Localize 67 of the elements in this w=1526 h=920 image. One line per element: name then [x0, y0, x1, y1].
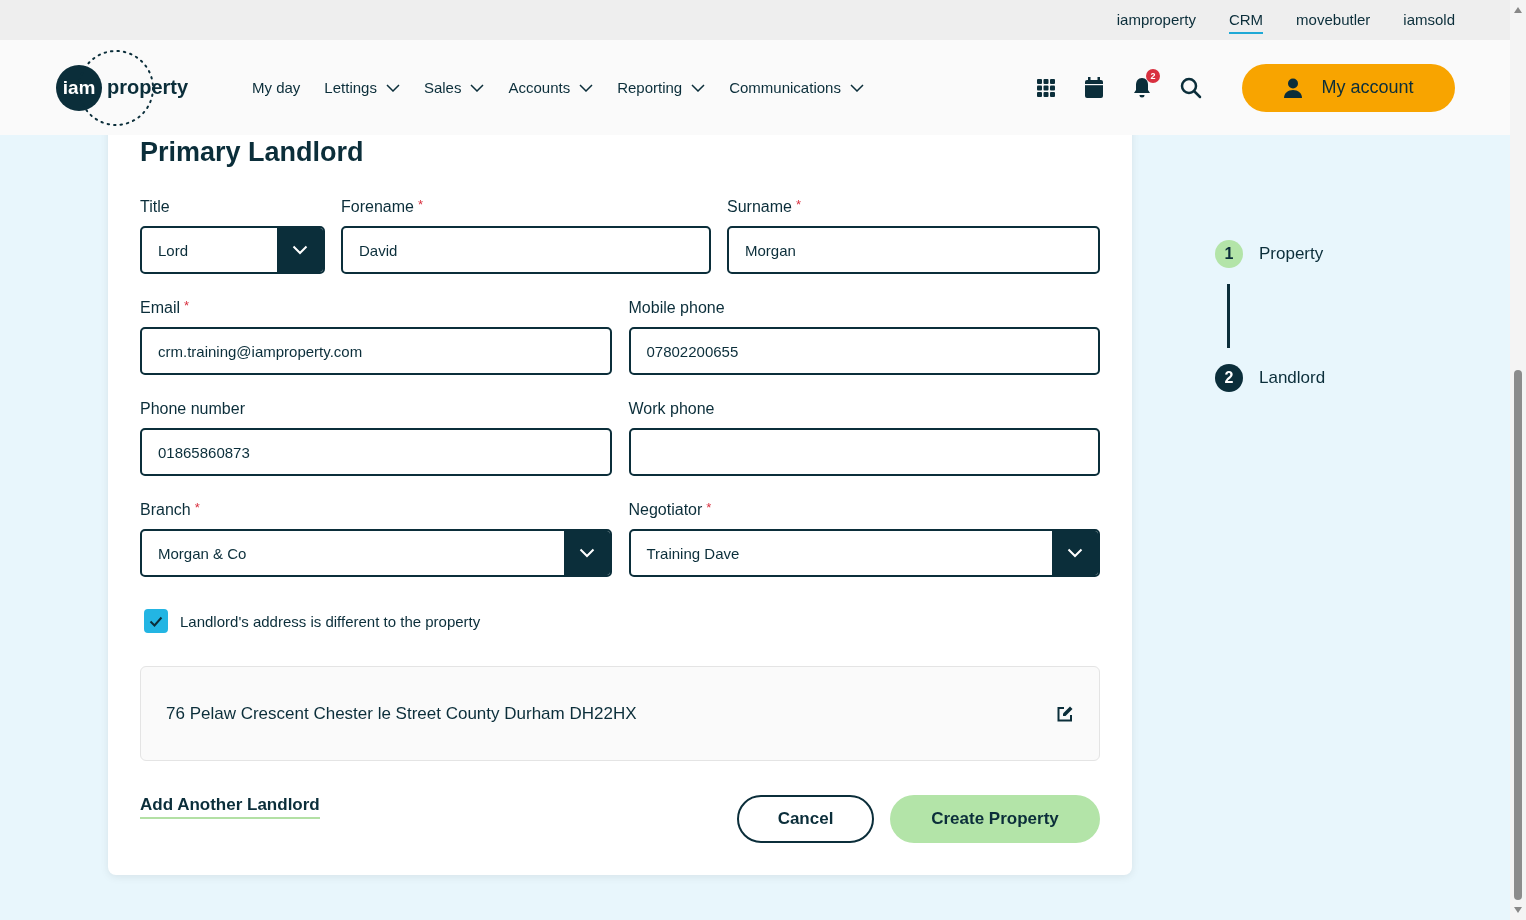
- scrollbar-thumb[interactable]: [1514, 370, 1522, 900]
- chevron-down-icon: [1067, 548, 1083, 558]
- logo-badge: iam: [56, 64, 102, 111]
- calendar-icon[interactable]: [1084, 76, 1104, 99]
- required-mark: *: [194, 500, 200, 515]
- my-account-button[interactable]: My account: [1242, 63, 1455, 112]
- add-landlord-link[interactable]: Add Another Landlord: [140, 795, 320, 819]
- chevron-down-icon: [579, 83, 594, 92]
- field-label: Negotiator: [628, 501, 703, 519]
- input-field[interactable]: David: [341, 226, 711, 274]
- create-button[interactable]: Create Property: [890, 795, 1100, 843]
- field-label: Work phone: [628, 400, 715, 418]
- select-field[interactable]: Morgan & Co: [140, 529, 612, 577]
- nav-menu-item[interactable]: Accounts: [508, 79, 594, 96]
- nav-menu-item[interactable]: Reporting: [617, 79, 706, 96]
- chevron-down-icon: [691, 83, 706, 92]
- input-field[interactable]: Morgan: [727, 226, 1100, 274]
- bell-icon[interactable]: [1132, 76, 1152, 99]
- nav-menu-item[interactable]: My day: [252, 79, 301, 96]
- input-field[interactable]: [628, 428, 1100, 476]
- field-label: Email: [140, 299, 180, 317]
- address-text: 76 Pelaw Crescent Chester le Street County Durham DH22HX: [166, 703, 637, 724]
- field-label: Surname: [727, 198, 792, 216]
- scroll-down-icon[interactable]: [1513, 906, 1523, 914]
- step-number: 1: [1215, 240, 1243, 268]
- search-icon[interactable]: [1180, 76, 1202, 99]
- scroll-up-icon[interactable]: [1513, 6, 1523, 14]
- site-link[interactable]: movebutler: [1296, 6, 1371, 34]
- required-mark: *: [184, 298, 190, 313]
- logo-text: property: [107, 76, 189, 99]
- chevron-down-icon: [470, 83, 485, 92]
- required-mark: *: [706, 500, 712, 515]
- site-link[interactable]: iamproperty: [1116, 6, 1196, 34]
- select-field[interactable]: Lord: [140, 226, 325, 274]
- site-link[interactable]: CRM: [1228, 6, 1264, 34]
- field-label: Mobile phone: [628, 299, 725, 317]
- field-label: Title: [140, 198, 170, 216]
- step-label[interactable]: Landlord: [1259, 368, 1326, 388]
- chevron-down-icon: [385, 83, 400, 92]
- chevron-down-icon: [578, 548, 595, 558]
- scrollbar[interactable]: [1510, 0, 1526, 920]
- input-field[interactable]: 01865860873: [140, 428, 612, 476]
- grid-icon[interactable]: [1036, 77, 1056, 98]
- nav-menu-item[interactable]: Sales: [423, 79, 485, 96]
- chevron-down-icon: [292, 245, 308, 255]
- chevron-down-icon: [849, 83, 864, 92]
- person-icon: [1283, 77, 1304, 98]
- checkbox-label: Landlord's address is different to the property: [180, 612, 481, 630]
- field-label: Phone number: [140, 400, 245, 418]
- input-field[interactable]: 07802200655: [628, 327, 1100, 375]
- section-heading: Primary Landlord: [140, 137, 365, 167]
- checkbox[interactable]: [144, 609, 168, 633]
- field-label: Branch: [140, 501, 191, 519]
- select-field[interactable]: Training Dave: [628, 529, 1100, 577]
- step-label[interactable]: Property: [1259, 244, 1324, 264]
- nav-menu-item[interactable]: Lettings: [324, 79, 400, 96]
- required-mark: *: [795, 197, 801, 212]
- check-icon: [149, 615, 163, 627]
- input-field[interactable]: crm.training@iamproperty.com: [140, 327, 612, 375]
- notification-count: 2: [1146, 68, 1160, 83]
- site-link[interactable]: iamsold: [1403, 6, 1455, 34]
- edit-icon[interactable]: [1056, 704, 1074, 723]
- step-number: 2: [1215, 364, 1243, 392]
- cancel-button[interactable]: Cancel: [737, 795, 874, 843]
- field-label: Forename: [341, 198, 414, 216]
- nav-menu-item[interactable]: Communications: [729, 79, 864, 96]
- required-mark: *: [417, 197, 423, 212]
